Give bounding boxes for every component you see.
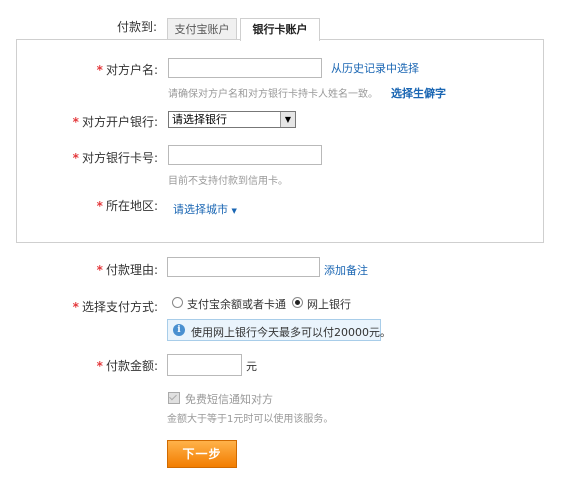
bank-label: * 对方开户银行:: [72, 115, 158, 129]
required-mark: *: [72, 115, 79, 129]
sms-notify-checkbox[interactable]: [168, 392, 180, 404]
city-select-link[interactable]: 请选择城市 ▼: [173, 201, 237, 217]
reason-input[interactable]: [167, 257, 320, 277]
payment-to-label: 付款到:: [116, 20, 157, 34]
amount-input[interactable]: [167, 354, 242, 376]
account-name-label: * 对方户名:: [96, 63, 158, 77]
account-name-input[interactable]: [168, 58, 322, 78]
account-name-hint: 请确保对方户名和对方银行卡持卡人姓名一致。: [168, 89, 378, 100]
required-mark: *: [96, 199, 103, 213]
region-label: * 所在地区:: [96, 199, 158, 213]
triangle-down-icon: ▼: [280, 112, 295, 127]
rare-char-link[interactable]: 选择生僻字: [391, 85, 446, 101]
card-number-hint: 目前不支持付款到信用卡。: [168, 176, 288, 187]
required-mark: *: [96, 359, 103, 373]
radio-alipay-balance-label: 支付宝余额或者卡通: [187, 298, 286, 311]
next-step-button[interactable]: 下一步: [167, 440, 237, 468]
bank-select[interactable]: 请选择银行 ▼: [168, 111, 296, 128]
bank-select-value: 请选择银行: [172, 113, 227, 126]
info-icon: i: [173, 324, 185, 336]
card-number-input[interactable]: [168, 145, 322, 165]
amount-unit: 元: [246, 360, 257, 373]
amount-label: * 付款金额:: [96, 359, 158, 373]
radio-alipay-balance[interactable]: [172, 297, 183, 308]
required-mark: *: [96, 63, 103, 77]
tab-bank-card-account[interactable]: 银行卡账户: [240, 18, 320, 41]
required-mark: *: [96, 263, 103, 277]
sms-notify-hint: 金额大于等于1元时可以使用该服务。: [167, 414, 334, 425]
payment-limit-text: 使用网上银行今天最多可以付20000元。: [191, 326, 391, 339]
payment-limit-info: i 使用网上银行今天最多可以付20000元。: [167, 319, 391, 341]
required-mark: *: [72, 300, 79, 314]
sms-notify-label: 免费短信通知对方: [185, 393, 273, 406]
payment-method-label: * 选择支付方式:: [72, 300, 158, 314]
reason-label: * 付款理由:: [96, 263, 158, 277]
add-note-link[interactable]: 添加备注: [324, 262, 368, 278]
chevron-down-icon: ▼: [231, 207, 237, 215]
radio-online-bank-label: 网上银行: [307, 298, 351, 311]
card-number-label: * 对方银行卡号:: [72, 151, 158, 165]
required-mark: *: [72, 151, 79, 165]
radio-online-bank[interactable]: [292, 297, 303, 308]
history-link[interactable]: 从历史记录中选择: [331, 60, 419, 76]
tab-alipay-account[interactable]: 支付宝账户: [167, 18, 237, 40]
